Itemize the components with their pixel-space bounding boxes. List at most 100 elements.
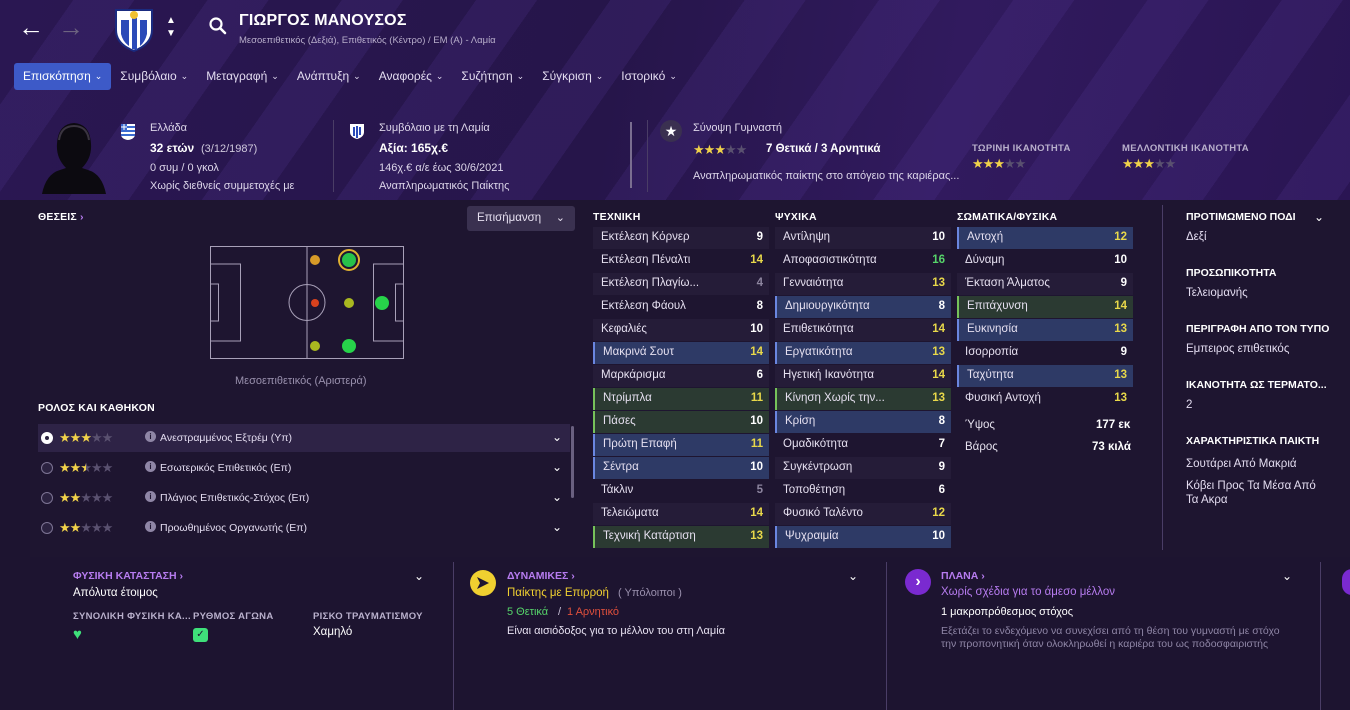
tab-development[interactable]: Ανάπτυξη ⌄ <box>288 63 370 90</box>
attribute-row[interactable]: Ισορροπία 9 <box>957 342 1133 364</box>
attribute-row[interactable]: Πρώτη Επαφή 11 <box>593 434 769 456</box>
attribute-row[interactable]: Έκταση Άλματος 9 <box>957 273 1133 295</box>
tab-transfer[interactable]: Μεταγραφή ⌄ <box>197 63 288 90</box>
condition-heading[interactable]: ΦΥΣΙΚΗ ΚΑΤΑΣΤΑΣΗ › <box>73 570 183 582</box>
chevron-down-icon[interactable]: ⌄ <box>552 520 562 534</box>
attribute-row[interactable]: Κίνηση Χωρίς την... 13 <box>775 388 951 410</box>
attribute-row[interactable]: Φυσική Αντοχή 13 <box>957 388 1133 410</box>
plans-heading[interactable]: ΠΛΑΝΑ › <box>941 570 985 582</box>
club-crest-logo[interactable] <box>113 6 155 52</box>
attribute-row[interactable]: Ταχύτητα 13 <box>957 365 1133 387</box>
attribute-name: Έκταση Άλματος <box>965 277 1050 289</box>
attribute-row[interactable]: Γενναιότητα 13 <box>775 273 951 295</box>
attribute-row[interactable]: Αντοχή 12 <box>957 227 1133 249</box>
info-icon[interactable]: i <box>145 521 156 532</box>
personality-value: Τελειομανής <box>1186 287 1248 299</box>
attribute-name: Εκτέλεση Πέναλτι <box>601 254 691 266</box>
attribute-row[interactable]: Εκτέλεση Φάουλ 8 <box>593 296 769 318</box>
attribute-row[interactable]: Ευκινησία 13 <box>957 319 1133 341</box>
attribute-row[interactable]: Συγκέντρωση 9 <box>775 457 951 479</box>
attribute-row[interactable]: Τοποθέτηση 6 <box>775 480 951 502</box>
divider <box>1162 205 1163 550</box>
attribute-row[interactable]: Τεχνική Κατάρτιση 13 <box>593 526 769 548</box>
chevron-down-icon[interactable]: ⌄ <box>552 430 562 444</box>
attribute-row[interactable]: Ντρίμπλα 11 <box>593 388 769 410</box>
role-row[interactable]: ★★★★★ i Προωθημένος Οργανωτής (Επ) ⌄ <box>38 514 570 542</box>
info-icon[interactable]: i <box>145 431 156 442</box>
role-radio[interactable] <box>41 522 53 534</box>
tab-history[interactable]: Ιστορικό ⌄ <box>612 63 686 90</box>
role-stars: ★★★★★ <box>59 430 113 445</box>
role-row[interactable]: ★★★★★★ i Εσωτερικός Επιθετικός (Επ) ⌄ <box>38 454 570 482</box>
attribute-row[interactable]: Κρίση 8 <box>775 411 951 433</box>
positions-heading[interactable]: ΘΕΣΕΙΣ › <box>38 211 84 223</box>
role-radio[interactable] <box>41 462 53 474</box>
attribute-row[interactable]: Πάσες 10 <box>593 411 769 433</box>
attribute-row[interactable]: Ηγετική Ικανότητα 14 <box>775 365 951 387</box>
dynamics-heading[interactable]: ΔΥΝΑΜΙΚΕΣ › <box>507 570 575 582</box>
attribute-value: 13 <box>932 346 945 358</box>
next-panel-icon[interactable] <box>1342 569 1350 595</box>
info-icon[interactable]: i <box>145 491 156 502</box>
position-pitch-map[interactable] <box>210 246 404 359</box>
attribute-row[interactable]: Σέντρα 10 <box>593 457 769 479</box>
attribute-row[interactable]: Κεφαλιές 10 <box>593 319 769 341</box>
tab-comparison[interactable]: Σύγκριση ⌄ <box>533 63 612 90</box>
chevron-down-icon[interactable]: ⌄ <box>1282 569 1292 583</box>
roles-scrollbar[interactable] <box>571 426 574 498</box>
divider <box>333 120 334 192</box>
attribute-row[interactable]: Αντίληψη 10 <box>775 227 951 249</box>
coach-summary-title[interactable]: Σύνοψη Γυμναστή <box>693 122 782 134</box>
tab-label: Επισκόπηση <box>23 69 91 83</box>
mental-heading: ΨΥΧΙΚΑ <box>775 211 817 223</box>
thumbs-up-icon: ✓ <box>193 628 208 642</box>
role-row[interactable]: ★★★★★ i Ανεστραμμένος Εξτρέμ (Υπ) ⌄ <box>38 424 570 452</box>
scrollbar[interactable] <box>630 122 632 188</box>
attribute-row[interactable]: Εκτέλεση Κόρνερ 9 <box>593 227 769 249</box>
forward-arrow-icon[interactable]: → <box>58 12 84 43</box>
positions-heading-label: ΘΕΣΕΙΣ <box>38 211 77 223</box>
chevron-down-icon[interactable]: ⌄ <box>414 569 424 583</box>
chevron-down-icon[interactable]: ⌄ <box>552 460 562 474</box>
attribute-name: Επιθετικότητα <box>783 323 854 335</box>
current-ability-stars: ★★★★★ <box>972 156 1026 171</box>
contract-title[interactable]: Συμβόλαιο με τη Λαμία <box>379 122 490 134</box>
selected-position-label: Μεσοεπιθετικός (Αριστερά) <box>235 375 367 387</box>
age: 32 ετών <box>150 141 195 155</box>
attribute-row[interactable]: Φυσικό Ταλέντο 12 <box>775 503 951 525</box>
attribute-row[interactable]: Ψυχραιμία 10 <box>775 526 951 548</box>
search-icon[interactable] <box>208 16 228 36</box>
info-icon[interactable]: i <box>145 461 156 472</box>
chevron-down-icon[interactable]: ⌄ <box>848 569 858 583</box>
dynamics-group: ( Υπόλοιποι ) <box>618 587 682 599</box>
chevron-down-icon[interactable]: ⌄ <box>1314 210 1324 224</box>
back-arrow-icon[interactable]: ← <box>18 12 44 43</box>
attribute-row[interactable]: Δύναμη 10 <box>957 250 1133 272</box>
attribute-row[interactable]: Αποφασιστικότητα 16 <box>775 250 951 272</box>
attribute-row[interactable]: Τελειώματα 14 <box>593 503 769 525</box>
attribute-row[interactable]: Εκτέλεση Πέναλτι 14 <box>593 250 769 272</box>
tab-discussion[interactable]: Συζήτηση ⌄ <box>452 63 533 90</box>
role-radio[interactable] <box>41 492 53 504</box>
chevron-down-icon: ⌄ <box>595 71 604 81</box>
attribute-row[interactable]: Επιθετικότητα 14 <box>775 319 951 341</box>
tab-reports[interactable]: Αναφορές ⌄ <box>370 63 453 90</box>
attribute-row[interactable]: Ομαδικότητα 7 <box>775 434 951 456</box>
injury-risk-label: ΡΙΣΚΟ ΤΡΑΥΜΑΤΙΣΜΟΥ <box>313 611 423 622</box>
role-row[interactable]: ★★★★★ i Πλάγιος Επιθετικός-Στόχος (Επ) ⌄ <box>38 484 570 512</box>
attribute-row[interactable]: Τάκλιν 5 <box>593 480 769 502</box>
attribute-row[interactable]: Μαρκάρισμα 6 <box>593 365 769 387</box>
attribute-row[interactable]: Εργατικότητα 13 <box>775 342 951 364</box>
tab-contract[interactable]: Συμβόλαιο ⌄ <box>111 63 197 90</box>
role-radio[interactable] <box>41 432 53 444</box>
attribute-row[interactable]: Δημιουργικότητα 8 <box>775 296 951 318</box>
tab-overview[interactable]: Επισκόπηση ⌄ <box>14 63 112 90</box>
attribute-row[interactable]: Επιτάχυνση 14 <box>957 296 1133 318</box>
attribute-value: 13 <box>932 392 945 404</box>
highlight-dropdown[interactable]: Επισήμανση ⌄ <box>467 206 575 231</box>
attribute-row[interactable]: Εκτέλεση Πλαγίω... 4 <box>593 273 769 295</box>
greece-flag-icon <box>121 124 135 140</box>
chevron-down-icon[interactable]: ⌄ <box>552 490 562 504</box>
player-switch-arrows-icon[interactable]: ▲ ▼ <box>166 14 176 40</box>
attribute-row[interactable]: Μακρινά Σουτ 14 <box>593 342 769 364</box>
